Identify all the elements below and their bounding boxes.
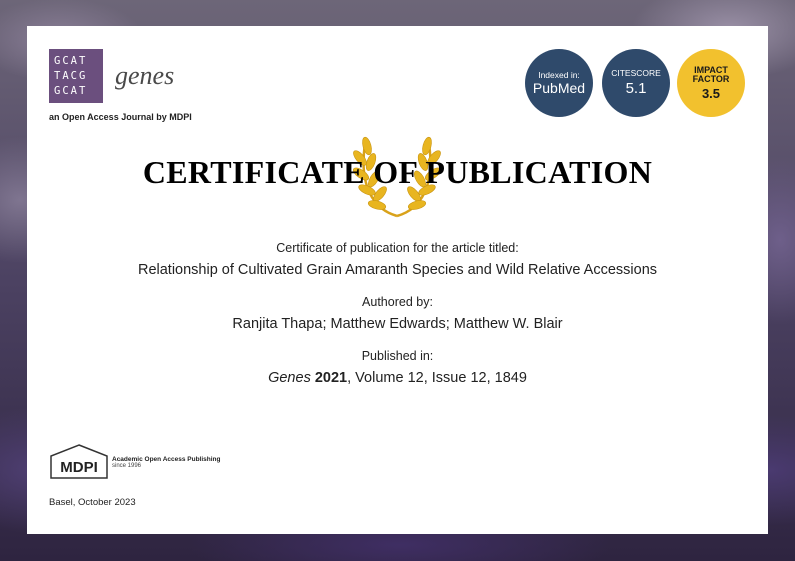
impact-factor-label-2: FACTOR	[692, 73, 730, 84]
publication-volume-issue: , Volume 12, Issue 12, 1849	[347, 370, 527, 386]
gcat-line-2: TACG	[54, 70, 88, 82]
gcat-line-1: GCAT	[54, 55, 88, 67]
citescore-badge: CITESCORE 5.1	[602, 49, 670, 117]
certificate-card: GCAT TACG GCAT genes an Open Access Jour…	[27, 26, 768, 534]
citescore-value: 5.1	[625, 80, 647, 97]
journal-name: genes	[115, 61, 175, 90]
gcat-logo: GCAT TACG GCAT	[49, 49, 103, 103]
pubmed-label: Indexed in:	[538, 69, 580, 80]
impact-factor-badge: IMPACT FACTOR 3.5	[677, 49, 745, 117]
place-date: Basel, October 2023	[49, 497, 136, 508]
published-label: Published in:	[361, 349, 434, 363]
mdpi-tagline: Academic Open Access Publishing since 19…	[112, 456, 221, 469]
authors: Ranjita Thapa; Matthew Edwards; Matthew …	[232, 316, 563, 332]
mdpi-logo-text: MDPI	[60, 459, 98, 476]
publication-year: 2021	[314, 370, 348, 386]
citescore-label: CITESCORE	[611, 68, 661, 78]
publication-journal: Genes	[268, 370, 311, 386]
article-label: Certificate of publication for the artic…	[276, 241, 519, 255]
pubmed-badge: Indexed in: PubMed	[525, 49, 593, 117]
journal-tagline: an Open Access Journal by MDPI	[49, 112, 192, 122]
impact-factor-value: 3.5	[701, 85, 721, 101]
article-title: Relationship of Cultivated Grain Amarant…	[137, 262, 658, 278]
pubmed-value: PubMed	[532, 79, 586, 96]
mdpi-tagline-1: Academic Open Access Publishing	[112, 456, 221, 463]
mdpi-logo: MDPI Academic Open Access Publishing sin…	[49, 444, 221, 485]
mdpi-tagline-2: since 1996	[112, 463, 142, 469]
mdpi-logo-mark: MDPI	[50, 444, 108, 479]
gcat-line-3: GCAT	[54, 85, 88, 97]
certificate-title: CERTIFICATE OF PUBLICATION	[142, 154, 653, 190]
authors-label: Authored by:	[362, 295, 433, 309]
publication-details: Genes 2021, Volume 12, Issue 12, 1849	[27, 370, 768, 386]
